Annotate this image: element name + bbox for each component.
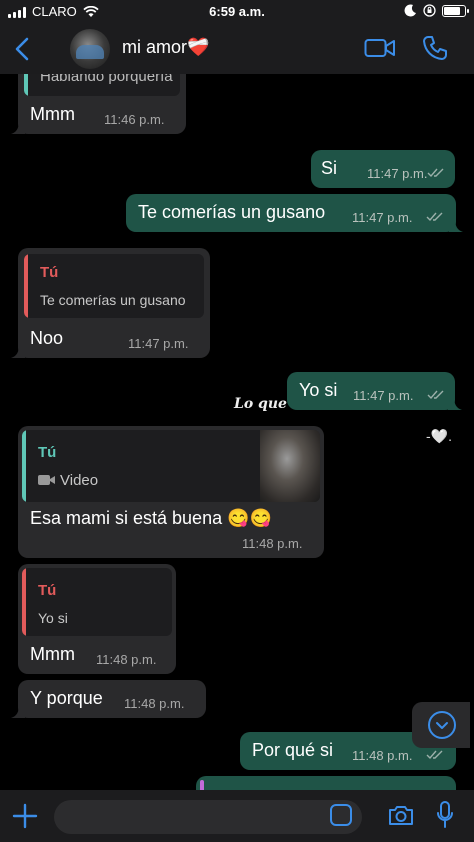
message-input[interactable] (54, 800, 362, 834)
message-time: 11:47 p.m. (353, 388, 414, 403)
video-thumbnail[interactable] (260, 430, 320, 502)
orientation-lock-icon (423, 4, 436, 17)
message-text: Te comerías un gusano (138, 202, 326, 222)
battery-icon (442, 4, 469, 17)
message-incoming[interactable]: Hablando porquería Mmm 11:46 p.m. (11, 74, 186, 134)
microphone-icon[interactable] (436, 800, 454, 830)
quoted-message[interactable]: Tú Video (22, 430, 320, 502)
quoted-text: Video (60, 472, 99, 489)
bubble-tail (11, 704, 25, 718)
message-time: 11:47 p.m. (367, 166, 428, 181)
contact-name[interactable]: mi amor❤️‍🩹 (122, 37, 209, 58)
chat-header: mi amor❤️‍🩹 (0, 24, 474, 74)
message-incoming[interactable]: Y porque 11:48 p.m. (11, 680, 206, 718)
message-time: 11:48 p.m. (124, 696, 185, 711)
message-text: Mmm (30, 104, 75, 124)
message-incoming[interactable]: Tú Yo si Mmm 11:48 p.m. (18, 564, 176, 674)
message-text: Y porque (30, 688, 103, 708)
quoted-author: Tú (40, 264, 59, 281)
message-text: Por qué si (252, 740, 334, 760)
plus-icon[interactable] (12, 803, 38, 829)
quoted-author: Tú (38, 582, 57, 599)
video-call-icon[interactable] (364, 37, 396, 59)
overlay-heart: -🤍. (426, 428, 452, 444)
sticker-icon[interactable] (330, 804, 352, 826)
quoted-author: Tú (38, 444, 57, 461)
quoted-message[interactable]: Tú Te comerías un gusano (24, 254, 204, 318)
quoted-message[interactable]: Hablando porquería (24, 74, 180, 96)
message-outgoing[interactable]: Te comerías un gusano 11:47 p.m. (126, 194, 463, 232)
bubble-tail (448, 396, 462, 410)
contact-avatar[interactable] (70, 29, 110, 69)
message-text: Esa mami si está buena 😋😋 (30, 508, 272, 528)
read-ticks-icon (426, 212, 443, 222)
message-time: 11:47 p.m. (352, 210, 413, 225)
status-right (404, 4, 469, 17)
quoted-message[interactable]: Tú Yo si (22, 568, 172, 636)
message-outgoing[interactable]: Si 11:47 p.m. (311, 150, 455, 188)
chat-area[interactable]: Hablando porquería Mmm 11:46 p.m. Si 11:… (0, 74, 474, 790)
message-time: 11:48 p.m. (96, 652, 157, 667)
bubble-tail (449, 218, 463, 232)
message-time: 11:47 p.m. (128, 336, 189, 351)
video-icon (38, 475, 55, 485)
status-bar: CLARO 6:59 a.m. (0, 0, 474, 24)
quoted-text: Te comerías un gusano (40, 292, 186, 308)
camera-icon[interactable] (388, 804, 414, 826)
bubble-tail (11, 344, 25, 358)
chevron-down-icon (428, 711, 456, 739)
composer-bar (0, 790, 474, 842)
message-outgoing[interactable]: Yo si 11:47 p.m. (287, 372, 462, 410)
message-incoming[interactable]: Tú Video Esa mami si está buena 😋😋 11:48… (18, 426, 324, 558)
overlay-caption: Lo que (234, 396, 287, 412)
message-text: Mmm (30, 644, 75, 664)
quoted-text: Yo si (38, 610, 68, 626)
scroll-to-bottom-button[interactable] (412, 702, 470, 748)
message-time: 11:48 p.m. (242, 536, 303, 551)
message-time: 11:46 p.m. (104, 112, 165, 127)
message-incoming[interactable]: Tú Te comerías un gusano Noo 11:47 p.m. (11, 248, 210, 358)
message-text: Yo si (299, 380, 338, 400)
message-time: 11:48 p.m. (352, 748, 413, 763)
moon-icon (404, 4, 416, 17)
read-ticks-icon (427, 168, 444, 178)
message-outgoing-partial[interactable] (196, 776, 456, 790)
message-text: Si (321, 158, 338, 178)
message-text: Noo (30, 328, 64, 348)
bubble-tail (11, 120, 25, 134)
read-ticks-icon (426, 750, 443, 760)
phone-call-icon[interactable] (422, 35, 448, 61)
read-ticks-icon (427, 390, 444, 400)
back-chevron-icon[interactable] (12, 36, 32, 62)
quote-bar (200, 780, 204, 790)
status-time: 6:59 a.m. (209, 4, 265, 19)
quoted-text: Hablando porquería (40, 74, 173, 85)
